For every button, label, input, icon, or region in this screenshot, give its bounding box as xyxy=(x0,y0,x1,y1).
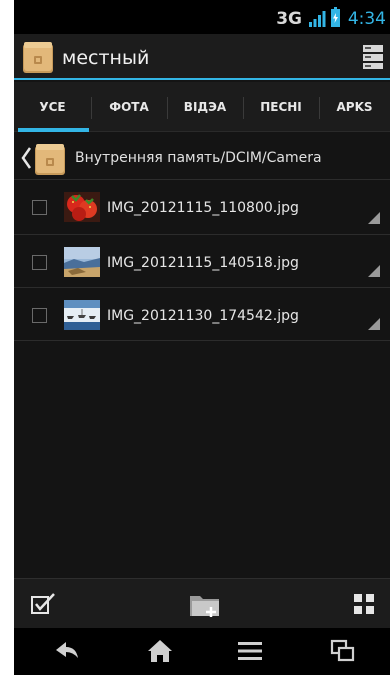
file-name: IMG_20121130_174542.jpg xyxy=(107,308,299,324)
tab-all[interactable]: УСЕ xyxy=(14,82,91,132)
file-checkbox[interactable] xyxy=(32,308,47,323)
expand-corner-icon[interactable] xyxy=(368,212,380,224)
tab-photos[interactable]: ФОТА xyxy=(91,82,167,132)
folder-icon[interactable] xyxy=(22,40,54,74)
select-all-icon[interactable] xyxy=(30,591,56,615)
menu-icon[interactable] xyxy=(237,639,263,663)
back-icon[interactable] xyxy=(54,639,80,663)
file-checkbox[interactable] xyxy=(32,200,47,215)
phone-screen: 3G 4:34 местный УСЕ ФОТА ВІДЭА ПЕСНІ APK… xyxy=(14,0,390,675)
current-path: Внутренняя память/DCIM/Camera xyxy=(75,150,322,166)
tab-label: APKS xyxy=(336,100,373,114)
file-list: IMG_20121115_110800.jpg IMG_20121115_140… xyxy=(14,180,390,341)
clock: 4:34 xyxy=(347,9,386,29)
new-folder-icon[interactable] xyxy=(189,592,223,618)
path-bar[interactable]: Внутренняя память/DCIM/Camera xyxy=(14,138,390,180)
image-thumbnail xyxy=(64,247,100,277)
expand-corner-icon[interactable] xyxy=(368,265,380,277)
image-thumbnail xyxy=(64,192,100,222)
file-name: IMG_20121115_140518.jpg xyxy=(107,255,299,271)
chevron-left-icon[interactable] xyxy=(20,146,32,170)
system-nav-bar xyxy=(14,628,390,675)
tab-label: ПЕСНІ xyxy=(260,100,302,114)
file-checkbox[interactable] xyxy=(32,255,47,270)
tab-apks[interactable]: APKS xyxy=(319,82,390,132)
network-type: 3G xyxy=(276,9,302,29)
bottom-toolbar xyxy=(14,578,390,628)
app-title: местный xyxy=(62,47,150,69)
expand-corner-icon[interactable] xyxy=(368,318,380,330)
category-tabs: УСЕ ФОТА ВІДЭА ПЕСНІ APKS xyxy=(14,82,390,132)
tab-songs[interactable]: ПЕСНІ xyxy=(243,82,319,132)
signal-icon xyxy=(309,11,326,27)
battery-icon xyxy=(331,7,340,27)
recent-apps-icon[interactable] xyxy=(330,639,356,663)
home-icon[interactable] xyxy=(147,639,173,663)
grid-view-icon[interactable] xyxy=(354,594,374,614)
tab-label: ВІДЭА xyxy=(183,100,227,114)
tab-label: ФОТА xyxy=(109,100,149,114)
tab-label: УСЕ xyxy=(39,100,66,114)
tab-videos[interactable]: ВІДЭА xyxy=(167,82,243,132)
action-bar: местный xyxy=(14,34,390,80)
storage-menu-icon[interactable] xyxy=(362,44,384,70)
list-item[interactable]: IMG_20121115_140518.jpg xyxy=(14,235,390,288)
image-thumbnail xyxy=(64,300,100,330)
file-name: IMG_20121115_110800.jpg xyxy=(107,200,299,216)
list-item[interactable]: IMG_20121115_110800.jpg xyxy=(14,180,390,235)
list-item[interactable]: IMG_20121130_174542.jpg xyxy=(14,288,390,341)
status-bar: 3G 4:34 xyxy=(14,0,390,34)
folder-icon xyxy=(35,144,65,175)
